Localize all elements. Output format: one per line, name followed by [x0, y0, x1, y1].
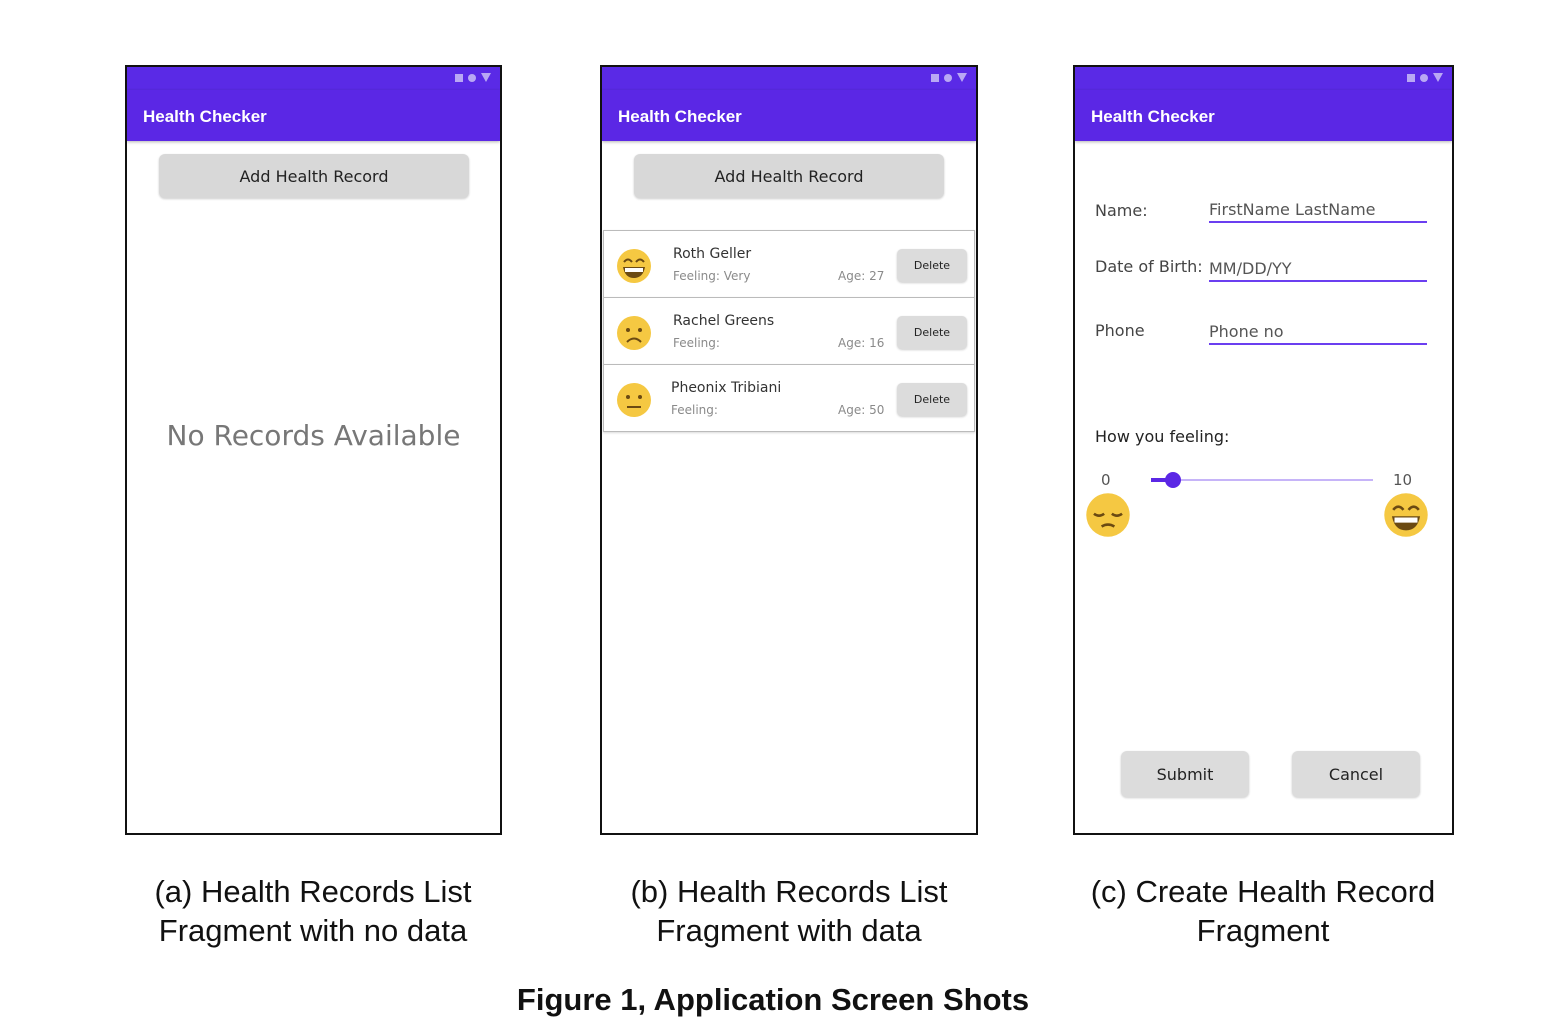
- caption-a-line1: (a) Health Records List: [154, 874, 472, 909]
- slider-max-label: 10: [1393, 471, 1413, 489]
- record-dot-icon: [468, 73, 476, 82]
- app-bar: Health Checker: [127, 90, 500, 141]
- cancel-button[interactable]: Cancel: [1292, 751, 1420, 797]
- slider-thumb[interactable]: [1165, 472, 1182, 488]
- caption-b-line1: (b) Health Records List: [630, 874, 948, 909]
- list-item[interactable]: Roth Geller Feeling: Very Age: 27 Delete: [603, 230, 975, 298]
- submit-button[interactable]: Submit: [1121, 751, 1249, 797]
- caption-b-line2: Fragment with data: [656, 913, 922, 948]
- signal-triangle-icon: [1433, 73, 1443, 82]
- phone-screen-create-record: Health Checker Name: FirstName LastName …: [1073, 65, 1454, 835]
- caption-a-line2: Fragment with no data: [158, 913, 468, 948]
- app-bar: Health Checker: [1075, 90, 1452, 141]
- signal-triangle-icon: [481, 73, 491, 82]
- record-age: Age: 16: [838, 336, 885, 350]
- caption-c-line1: (c) Create Health Record: [1090, 874, 1436, 909]
- status-bar: [1075, 67, 1452, 90]
- delete-button[interactable]: Delete: [897, 316, 967, 349]
- signal-triangle-icon: [957, 73, 967, 82]
- record-name: Rachel Greens: [673, 313, 775, 329]
- frowning-emoji-icon: [617, 316, 651, 350]
- delete-button[interactable]: Delete: [897, 383, 967, 416]
- delete-button[interactable]: Delete: [897, 249, 967, 282]
- figure-title: Figure 1, Application Screen Shots: [516, 982, 1030, 1017]
- record-age: Age: 27: [838, 269, 885, 283]
- grinning-emoji-icon: [617, 249, 651, 283]
- add-health-record-button[interactable]: Add Health Record: [159, 154, 469, 198]
- add-health-record-button[interactable]: Add Health Record: [634, 154, 944, 198]
- dob-field[interactable]: MM/DD/YY: [1209, 252, 1427, 282]
- feeling-label: How you feeling:: [1095, 427, 1230, 446]
- pensive-emoji-icon: [1086, 493, 1130, 537]
- status-bar: [602, 67, 976, 90]
- record-dot-icon: [944, 73, 952, 82]
- stop-icon: [1407, 73, 1415, 82]
- record-feeling: Feeling:: [673, 336, 720, 350]
- feeling-slider[interactable]: [1151, 479, 1373, 481]
- phone-screen-record-list: Health Checker Add Health Record Roth Ge…: [600, 65, 978, 835]
- empty-state-message: No Records Available: [166, 419, 461, 452]
- status-bar: [127, 67, 500, 90]
- caption-b: (b) Health Records List Fragment with da…: [579, 872, 999, 950]
- record-feeling: Feeling:: [671, 403, 718, 417]
- phone-screen-empty-list: Health Checker Add Health Record No Reco…: [125, 65, 502, 835]
- record-feeling: Feeling: Very: [673, 269, 751, 283]
- app-bar: Health Checker: [602, 90, 976, 141]
- record-age: Age: 50: [838, 403, 885, 417]
- phone-field[interactable]: Phone no: [1209, 315, 1427, 345]
- neutral-emoji-icon: [617, 383, 651, 417]
- record-dot-icon: [1420, 73, 1428, 82]
- dob-label: Date of Birth:: [1095, 257, 1203, 276]
- caption-c-line2: Fragment: [1196, 913, 1330, 948]
- grinning-emoji-icon: [1384, 493, 1428, 537]
- record-list: Roth Geller Feeling: Very Age: 27 Delete…: [603, 230, 975, 432]
- slider-min-label: 0: [1101, 471, 1111, 489]
- app-title: Health Checker: [143, 107, 267, 126]
- app-title: Health Checker: [1091, 107, 1215, 126]
- list-item[interactable]: Rachel Greens Feeling: Age: 16 Delete: [603, 297, 975, 365]
- record-name: Roth Geller: [673, 246, 752, 262]
- name-label: Name:: [1095, 201, 1148, 220]
- stop-icon: [455, 73, 463, 82]
- record-name: Pheonix Tribiani: [671, 380, 782, 396]
- app-title: Health Checker: [618, 107, 742, 126]
- phone-label: Phone: [1095, 321, 1145, 340]
- caption-a: (a) Health Records List Fragment with no…: [103, 872, 523, 950]
- caption-c: (c) Create Health Record Fragment: [1053, 872, 1473, 950]
- list-item[interactable]: Pheonix Tribiani Feeling: Age: 50 Delete: [603, 364, 975, 432]
- stop-icon: [931, 73, 939, 82]
- name-field[interactable]: FirstName LastName: [1209, 193, 1427, 223]
